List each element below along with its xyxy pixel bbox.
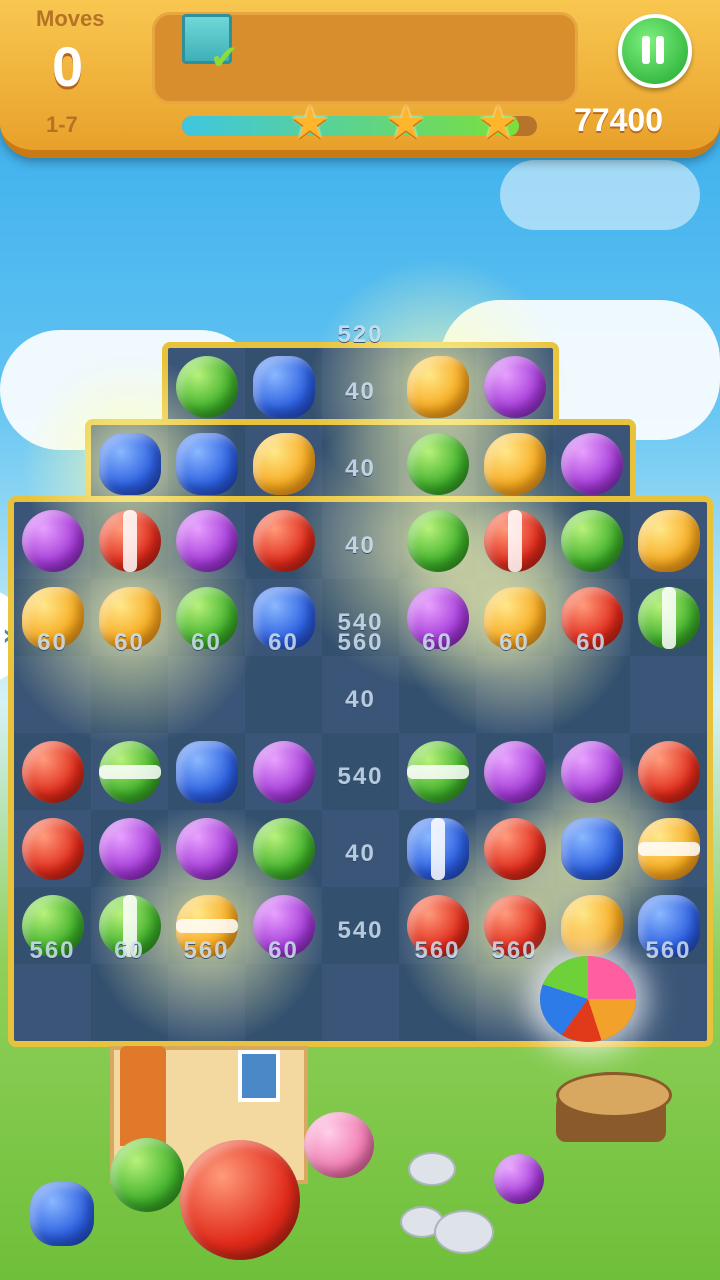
blue-grapes-striped-piece[interactable]: [407, 818, 469, 880]
purple-mangosteen-piece[interactable]: [176, 818, 238, 880]
orange-lemon-striped-piece[interactable]: [638, 818, 700, 880]
blue-grapes-piece[interactable]: [99, 433, 161, 495]
purple-mangosteen-piece[interactable]: [484, 741, 546, 803]
orange-lemon-piece[interactable]: [638, 510, 700, 572]
apple-decoration: [110, 1138, 184, 1212]
score-popup: 60: [576, 629, 607, 656]
board-cell[interactable]: [168, 656, 245, 733]
purple-mangosteen-piece[interactable]: [99, 818, 161, 880]
score-popup: 40: [345, 378, 376, 405]
score-popup: 560: [491, 937, 538, 964]
stone-decoration: [408, 1152, 456, 1186]
star-icon: ★: [385, 95, 427, 149]
board-cell[interactable]: [245, 964, 322, 1041]
red-pomegranate-piece[interactable]: [638, 741, 700, 803]
tree-stump-top: [556, 1072, 672, 1118]
score-popup: 40: [345, 455, 376, 482]
star-icon: ★: [477, 95, 519, 149]
score-popup: 540: [337, 763, 384, 790]
blue-grapes-piece[interactable]: [176, 433, 238, 495]
moves-label: Moves: [36, 6, 105, 31]
green-apple-striped-piece[interactable]: [407, 741, 469, 803]
board-cell[interactable]: [630, 964, 707, 1041]
pomegranate-decoration: [180, 1140, 300, 1260]
green-apple-piece[interactable]: [176, 356, 238, 418]
blue-grapes-piece[interactable]: [176, 741, 238, 803]
score-popup: 560: [645, 937, 692, 964]
green-apple-striped-piece[interactable]: [638, 587, 700, 649]
score-popup: 60: [268, 937, 299, 964]
star-icon: ★: [289, 95, 331, 149]
board-cell[interactable]: [14, 964, 91, 1041]
board-cell[interactable]: [553, 656, 630, 733]
pause-icon: [642, 36, 650, 64]
level-indicator: 1-7: [46, 112, 78, 137]
green-apple-piece[interactable]: [407, 433, 469, 495]
board-cell[interactable]: [322, 964, 399, 1041]
orange-lemon-piece[interactable]: [484, 433, 546, 495]
board-cell[interactable]: [91, 656, 168, 733]
red-pomegranate-striped-piece[interactable]: [484, 510, 546, 572]
score-popup: 40: [345, 532, 376, 559]
red-pomegranate-piece[interactable]: [22, 741, 84, 803]
window-decoration: [238, 1050, 280, 1102]
green-apple-piece[interactable]: [407, 510, 469, 572]
cloud: [500, 160, 700, 230]
purple-mangosteen-piece[interactable]: [176, 510, 238, 572]
board-cell[interactable]: [91, 964, 168, 1041]
red-pomegranate-piece[interactable]: [22, 818, 84, 880]
moves-counter: 0: [52, 35, 84, 98]
board-cell[interactable]: [476, 656, 553, 733]
red-pomegranate-striped-piece[interactable]: [99, 510, 161, 572]
peach-decoration: [304, 1112, 374, 1178]
blue-grapes-piece[interactable]: [561, 818, 623, 880]
score-popup: 40: [345, 686, 376, 713]
pause-button[interactable]: [618, 14, 692, 88]
green-apple-striped-piece[interactable]: [99, 741, 161, 803]
red-pomegranate-piece[interactable]: [484, 818, 546, 880]
purple-mangosteen-piece[interactable]: [22, 510, 84, 572]
score-counter: 77400: [574, 102, 663, 138]
purple-mangosteen-piece[interactable]: [561, 741, 623, 803]
plum-decoration: [494, 1154, 544, 1204]
checkmark-icon: ✔: [210, 38, 239, 78]
top-hud: Moves 0 1-7 ✔ ★ ★ ★ 77400: [0, 0, 720, 158]
door-decoration: [120, 1046, 166, 1146]
board-cell[interactable]: [399, 964, 476, 1041]
score-progress-fill: [182, 116, 520, 136]
green-apple-piece[interactable]: [561, 510, 623, 572]
board-cell[interactable]: [630, 656, 707, 733]
purple-mangosteen-piece[interactable]: [484, 356, 546, 418]
orange-lemon-piece[interactable]: [407, 356, 469, 418]
pause-icon: [656, 36, 664, 64]
board-cell[interactable]: [14, 656, 91, 733]
grape-decoration: [30, 1182, 94, 1246]
score-popup: 520: [337, 321, 384, 348]
rainbow-fruit-bomb[interactable]: [540, 956, 636, 1042]
score-popup: 40: [345, 840, 376, 867]
purple-mangosteen-piece[interactable]: [561, 433, 623, 495]
stone-decoration: [434, 1210, 494, 1254]
board-cell[interactable]: [168, 964, 245, 1041]
